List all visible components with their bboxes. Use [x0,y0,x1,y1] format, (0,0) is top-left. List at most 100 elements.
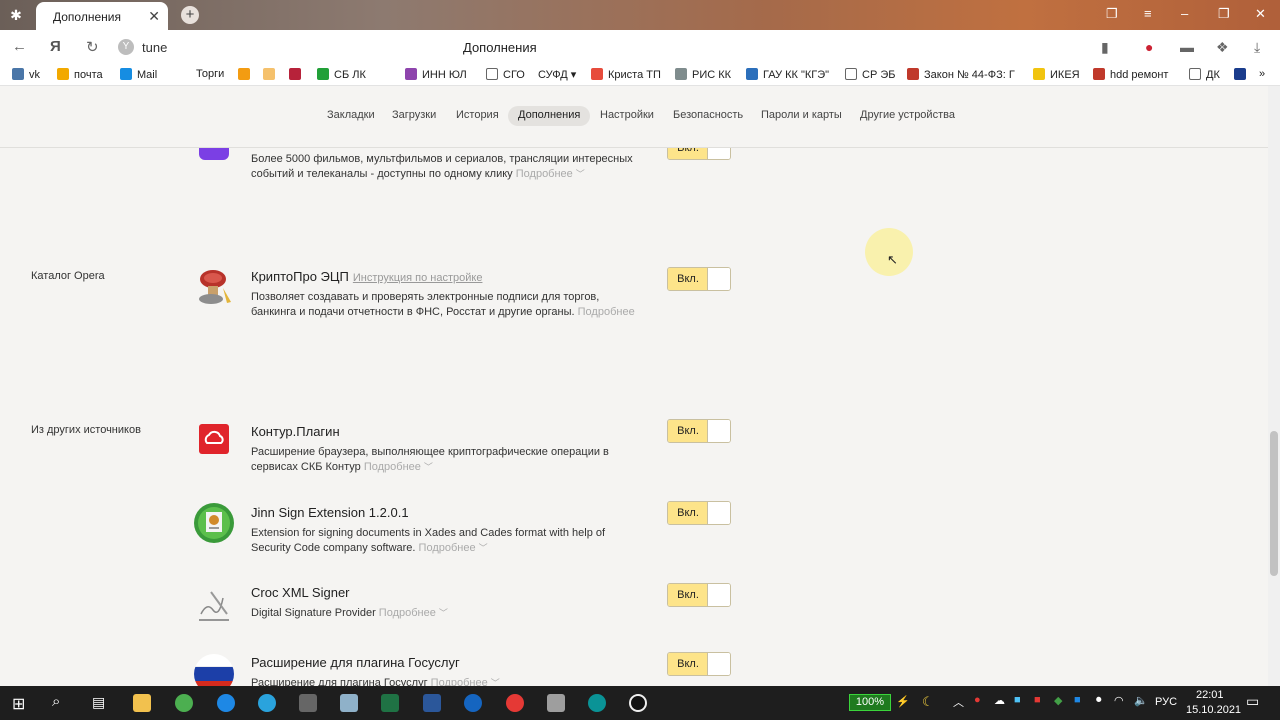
tab-devices[interactable]: Другие устройства [850,106,965,126]
shield-icon[interactable]: ◆ [1054,694,1062,707]
chevron-down-icon[interactable]: ﹀ [576,169,585,179]
yandex-icon[interactable]: Я [50,38,61,55]
tab-settings[interactable]: Настройки [590,106,664,126]
calculator-icon[interactable] [299,694,317,712]
puzzle-icon[interactable]: ✱ [8,7,24,23]
more-link[interactable]: Подробнее [364,461,421,473]
chrome-icon[interactable] [175,694,193,712]
bookmark-item[interactable]: Криста ТП [591,68,661,81]
bookmark-item[interactable]: ДК [1189,68,1220,81]
volume-icon[interactable]: 🔈 [1134,694,1148,707]
tab-history[interactable]: История [446,106,509,126]
paint-icon[interactable] [547,694,565,712]
yandex-browser-icon[interactable] [506,694,524,712]
extension-toggle[interactable]: Вкл. [667,148,731,160]
bookmark-item[interactable]: Mail [120,68,157,81]
wifi-icon[interactable]: ◠ [1114,694,1124,707]
bookmark-icon-only[interactable] [1234,68,1251,81]
back-icon[interactable]: ← [12,38,27,55]
menu-icon[interactable]: ≡ [1144,6,1152,21]
extension-toggle[interactable]: Вкл. [667,501,731,525]
more-link[interactable]: Подробнее [379,607,436,619]
extension-toggle[interactable]: Вкл. [667,419,731,443]
bookmark-item[interactable]: СР ЭБ [845,68,895,81]
collections-icon[interactable]: ❖ [1216,39,1229,56]
search-icon[interactable]: ⌕ [52,693,60,710]
bookmark-item[interactable]: СБ ЛК [317,68,366,81]
bookmark-item[interactable]: СГО [486,68,525,81]
new-tab-button[interactable]: + [181,6,199,24]
cryptopro-icon[interactable]: ● [1145,39,1153,55]
ie-icon[interactable] [217,694,235,712]
chevron-down-icon[interactable]: ﹀ [439,608,448,618]
bookmark-item[interactable]: почта [57,68,103,81]
tray-app-icon[interactable]: ■ [1034,694,1041,706]
extension-toggle[interactable]: Вкл. [667,652,731,676]
record-tray-icon[interactable]: ● [974,694,981,706]
cloud-icon[interactable]: ☁ [994,694,1005,707]
chevron-up-icon[interactable]: ︿ [953,694,964,710]
tab-downloads[interactable]: Загрузки [382,106,446,126]
omnibox-text[interactable]: tune [142,40,167,55]
excel-icon[interactable] [381,694,399,712]
bookmark-item[interactable]: ИНН ЮЛ [405,68,467,81]
file-explorer-icon[interactable] [133,694,151,712]
microphone-icon[interactable]: ⏺ [1096,694,1102,707]
tab-extensions[interactable]: Дополнения [508,106,591,126]
tab-security[interactable]: Безопасность [663,106,753,126]
bookmark-item[interactable]: ГАУ КК "КГЭ" [746,68,829,81]
extension-toggle[interactable]: Вкл. [667,583,731,607]
clock-date[interactable]: 15.10.2021 [1186,704,1241,716]
bookmark-item[interactable]: ИКЕЯ [1033,68,1080,81]
teamviewer-icon[interactable] [464,694,482,712]
bookmark-icon-only[interactable] [289,68,306,81]
more-link[interactable]: Подробнее [516,168,573,180]
bookmark-icon-only[interactable] [263,68,280,81]
setup-instruction-link[interactable]: Инструкция по настройке [353,272,483,284]
bookmark-item[interactable]: vk [12,68,40,81]
more-link[interactable]: Подробнее [419,542,476,554]
tray-app-icon[interactable]: ■ [1014,694,1021,706]
bookmark-icon[interactable]: ▮ [1101,39,1109,56]
edge-icon[interactable] [588,694,606,712]
bookmark-item[interactable]: РИС КК [675,68,731,81]
more-link[interactable]: Подробнее [578,306,635,318]
clock-time[interactable]: 22:01 [1196,689,1224,701]
chevron-down-icon[interactable]: ﹀ [424,462,433,472]
task-view-icon[interactable]: ▤ [92,694,105,711]
app-icon[interactable] [340,694,358,712]
scrollbar-thumb[interactable] [1270,431,1278,576]
window-close-icon[interactable]: ✕ [1255,6,1266,22]
moon-icon[interactable]: ☾ [922,694,934,710]
restore-icon[interactable]: ❐ [1218,6,1230,22]
tab-extensions[interactable]: Дополнения ✕ [36,2,168,30]
extension-icon[interactable]: ▬ [1180,39,1194,55]
close-icon[interactable]: ✕ [148,8,160,25]
language-indicator[interactable]: РУС [1155,696,1177,708]
chevron-down-icon[interactable]: ﹀ [479,543,488,553]
notifications-icon[interactable]: ▭ [1246,693,1259,710]
bookmark-item[interactable]: Торги [196,68,224,80]
chevron-down-icon[interactable]: ﹀ [491,678,500,686]
bookmark-item[interactable]: Закон № 44-ФЗ: Г [907,68,1015,81]
minimize-icon[interactable]: – [1181,6,1188,21]
reload-icon[interactable]: ↻ [86,38,99,56]
bookmarks-overflow-icon[interactable]: » [1259,68,1265,80]
bookmark-item[interactable]: СУФД ▾ [538,68,576,81]
tab-bookmarks[interactable]: Закладки [317,106,385,126]
more-link[interactable]: Подробнее [431,677,488,686]
bookmarks-icon[interactable]: ❐ [1106,6,1118,22]
kontur-icon [199,424,229,454]
extension-toggle[interactable]: Вкл. [667,267,731,291]
tray-app-icon[interactable]: ■ [1074,694,1081,706]
record-icon[interactable] [629,694,647,712]
telegram-icon[interactable] [258,694,276,712]
battery-indicator[interactable]: 100% [849,694,891,711]
download-icon[interactable]: ⤓ [1254,39,1260,56]
scrollbar[interactable] [1268,86,1280,686]
tab-passwords[interactable]: Пароли и карты [751,106,852,126]
windows-start-icon[interactable]: ⊞ [12,694,25,714]
bookmark-item[interactable]: hdd ремонт [1093,68,1168,81]
bookmark-icon-only[interactable] [238,68,255,81]
word-icon[interactable] [423,694,441,712]
